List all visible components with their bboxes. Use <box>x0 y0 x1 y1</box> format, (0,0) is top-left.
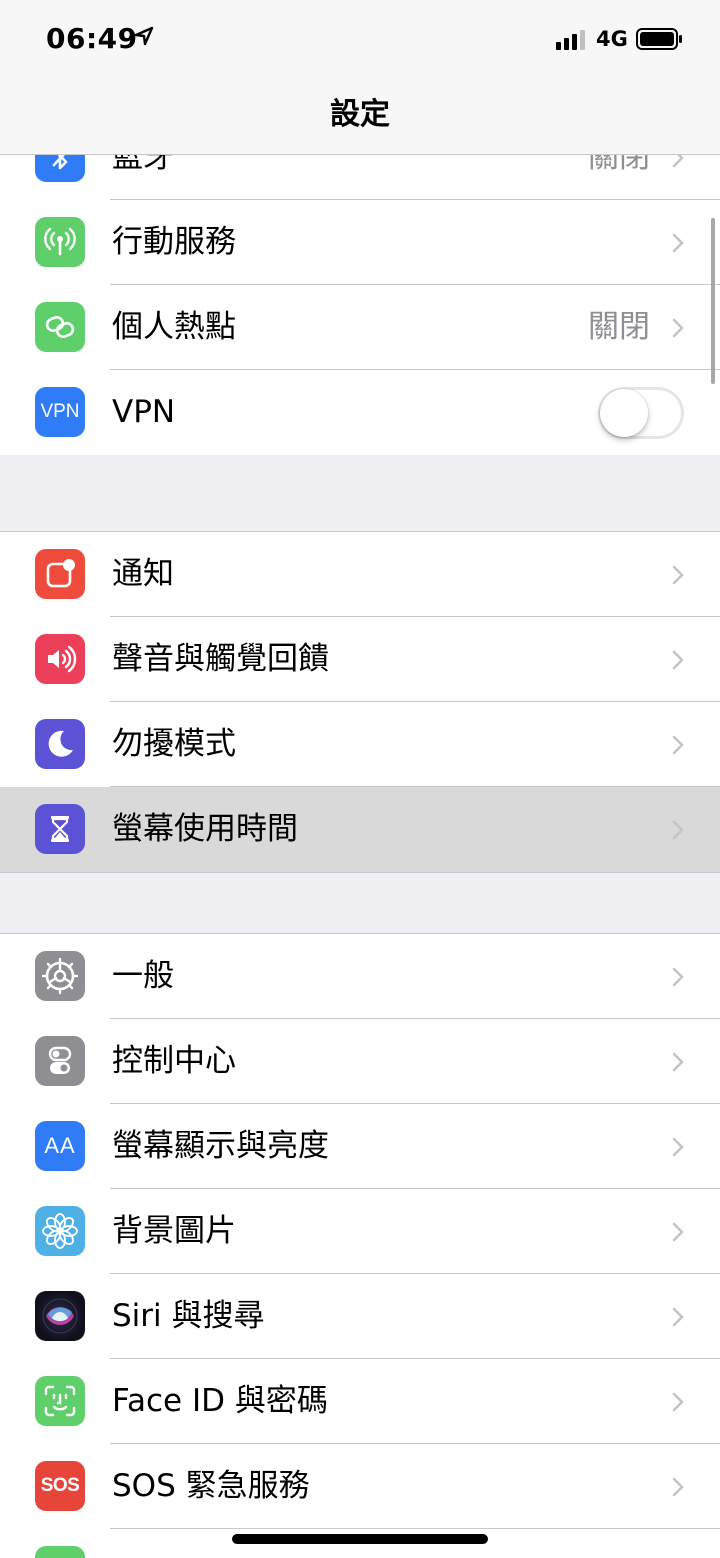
chevron-right-icon <box>672 1052 684 1072</box>
hourglass-icon <box>35 804 85 854</box>
settings-row-label: 個人熱點 <box>112 309 236 345</box>
settings-row-general[interactable]: 一般 <box>0 934 720 1019</box>
settings-row-notifications[interactable]: 通知 <box>0 532 720 617</box>
settings-row-sounds[interactable]: 聲音與觸覺回饋 <box>0 617 720 702</box>
chevron-right-icon <box>672 1222 684 1242</box>
text-size-icon-text: AA <box>44 1133 76 1158</box>
chevron-right-icon <box>672 967 684 987</box>
settings-list[interactable]: 藍牙 關閉 行動服務 個人熱點 關閉 VPN VPN 通知 聲音與觸覺回饋 勿擾… <box>0 155 720 1558</box>
settings-row-screen-time[interactable]: 螢幕使用時間 <box>0 787 720 872</box>
settings-row-label: 勿擾模式 <box>112 726 236 762</box>
settings-row-face-id[interactable]: Face ID 與密碼 <box>0 1359 720 1444</box>
partial-row-icon <box>35 1546 85 1558</box>
chevron-right-icon <box>672 1307 684 1327</box>
flower-icon <box>35 1206 85 1256</box>
settings-row-label: 一般 <box>112 958 174 994</box>
chevron-right-icon <box>672 155 684 168</box>
chevron-right-icon <box>672 565 684 585</box>
vpn-toggle[interactable] <box>598 387 684 439</box>
chevron-right-icon <box>672 1137 684 1157</box>
chevron-right-icon <box>672 820 684 840</box>
home-indicator[interactable] <box>232 1534 488 1544</box>
chevron-right-icon <box>672 233 684 253</box>
settings-row-cellular[interactable]: 行動服務 <box>0 200 720 285</box>
status-time: 06:49 <box>46 22 138 55</box>
settings-row-vpn[interactable]: VPN VPN <box>0 370 720 455</box>
settings-row-label: Face ID 與密碼 <box>112 1383 328 1419</box>
status-bar: 06:49 4G <box>0 0 720 80</box>
vpn-icon-text: VPN <box>40 401 80 422</box>
speaker-icon <box>35 634 85 684</box>
gear-icon <box>35 951 85 1001</box>
link-icon <box>35 302 85 352</box>
sos-icon-text: SOS <box>40 1475 80 1496</box>
settings-row-label: 控制中心 <box>112 1043 236 1079</box>
settings-row-hotspot[interactable]: 個人熱點 關閉 <box>0 285 720 370</box>
cellular-signal-icon <box>556 30 585 50</box>
vpn-icon: VPN <box>35 387 85 437</box>
toggles-icon <box>35 1036 85 1086</box>
settings-row-label: 聲音與觸覺回饋 <box>112 641 329 677</box>
settings-group-notifications: 通知 聲音與觸覺回饋 勿擾模式 螢幕使用時間 <box>0 532 720 872</box>
settings-row-siri[interactable]: Siri 與搜尋 <box>0 1274 720 1359</box>
notification-icon <box>35 549 85 599</box>
settings-row-label: Siri 與搜尋 <box>112 1298 265 1334</box>
settings-row-label: VPN <box>112 394 176 430</box>
bluetooth-icon <box>35 155 85 182</box>
antenna-icon <box>35 217 85 267</box>
settings-row-emergency-sos[interactable]: SOS SOS 緊急服務 <box>0 1444 720 1529</box>
face-id-icon <box>35 1376 85 1426</box>
chevron-right-icon <box>672 650 684 670</box>
siri-icon <box>35 1291 85 1341</box>
toggle-knob <box>600 389 648 437</box>
settings-row-label: 通知 <box>112 556 174 592</box>
chevron-right-icon <box>672 735 684 755</box>
location-arrow-icon <box>134 26 154 46</box>
network-type: 4G <box>596 27 628 51</box>
moon-icon <box>35 719 85 769</box>
settings-row-label: SOS 緊急服務 <box>112 1468 310 1504</box>
settings-row-label: 行動服務 <box>112 224 236 260</box>
settings-row-bluetooth[interactable]: 藍牙 關閉 <box>0 155 720 200</box>
settings-group-connectivity: 藍牙 關閉 行動服務 個人熱點 關閉 VPN VPN <box>0 155 720 455</box>
chevron-right-icon <box>672 1392 684 1412</box>
settings-group-general: 一般 控制中心 AA 螢幕顯示與亮度 背景圖片 Siri 與搜尋 Face ID… <box>0 934 720 1558</box>
settings-row-do-not-disturb[interactable]: 勿擾模式 <box>0 702 720 787</box>
text-size-icon: AA <box>35 1121 85 1171</box>
settings-row-control-center[interactable]: 控制中心 <box>0 1019 720 1104</box>
scrollbar[interactable] <box>711 218 715 384</box>
page-title: 設定 <box>330 97 390 132</box>
settings-row-label: 螢幕顯示與亮度 <box>112 1128 329 1164</box>
group-border-bottom <box>0 872 720 873</box>
sos-icon: SOS <box>35 1461 85 1511</box>
settings-row-display[interactable]: AA 螢幕顯示與亮度 <box>0 1104 720 1189</box>
battery-icon <box>636 28 682 50</box>
navigation-bar: 設定 <box>0 80 720 155</box>
settings-row-value: 關閉 <box>588 155 650 175</box>
settings-row-value: 關閉 <box>588 309 650 345</box>
settings-row-label: 螢幕使用時間 <box>112 811 298 847</box>
chevron-right-icon <box>672 318 684 338</box>
settings-row-label: 背景圖片 <box>112 1213 236 1249</box>
settings-row-wallpaper[interactable]: 背景圖片 <box>0 1189 720 1274</box>
settings-row-label: 藍牙 <box>112 155 174 175</box>
chevron-right-icon <box>672 1477 684 1497</box>
